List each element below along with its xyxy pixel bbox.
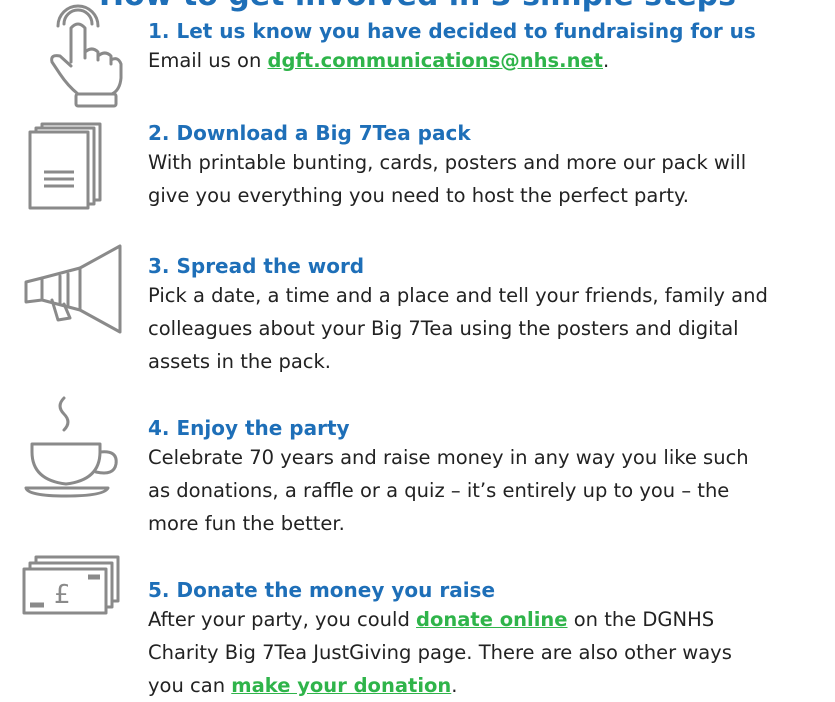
step-3: 3. Spread the word Pick a date, a time a…: [148, 253, 825, 378]
step-2: 2. Download a Big 7Tea pack With printab…: [148, 120, 825, 212]
step-5-line-3: you can make your donation.: [148, 674, 458, 697]
step-4-line-1: Celebrate 70 years and raise money in an…: [148, 446, 749, 469]
step-5: 5. Donate the money you raise After your…: [148, 577, 825, 702]
step-1: 1. Let us know you have decided to fundr…: [148, 18, 825, 77]
banknotes-icon: £: [18, 553, 130, 633]
teacup-icon: [18, 392, 130, 504]
step-5-title: 5. Donate the money you raise: [148, 578, 496, 602]
step-3-line-2: colleagues about your Big 7Tea using the…: [148, 317, 739, 340]
step-1-text: Email us on dgft.communications@nhs.net.: [148, 49, 610, 72]
email-link[interactable]: dgft.communications@nhs.net: [268, 49, 604, 72]
step-4-line-2: as donations, a raffle or a quiz – it’s …: [148, 479, 730, 502]
step-3-line-1: Pick a date, a time and a place and tell…: [148, 284, 768, 307]
svg-text:£: £: [54, 580, 71, 610]
step-5-line-2: Charity Big 7Tea JustGiving page. There …: [148, 641, 732, 664]
step-2-line-2: give you everything you need to host the…: [148, 184, 690, 207]
donate-online-link[interactable]: donate online: [416, 608, 568, 631]
document-stack-icon: [18, 118, 130, 214]
step-4-title: 4. Enjoy the party: [148, 416, 350, 440]
make-donation-link[interactable]: make your donation: [231, 674, 451, 697]
megaphone-icon: [18, 238, 130, 334]
step-3-title: 3. Spread the word: [148, 254, 365, 278]
step-1-title: 1. Let us know you have decided to fundr…: [148, 19, 756, 43]
step-4: 4. Enjoy the party Celebrate 70 years an…: [148, 415, 825, 540]
step-3-line-3: assets in the pack.: [148, 350, 331, 373]
step-2-line-1: With printable bunting, cards, posters a…: [148, 151, 747, 174]
pointing-hand-icon: [18, 2, 130, 110]
step-4-line-3: more fun the better.: [148, 512, 345, 535]
step-5-line-1: After your party, you could donate onlin…: [148, 608, 715, 631]
step-2-title: 2. Download a Big 7Tea pack: [148, 121, 471, 145]
